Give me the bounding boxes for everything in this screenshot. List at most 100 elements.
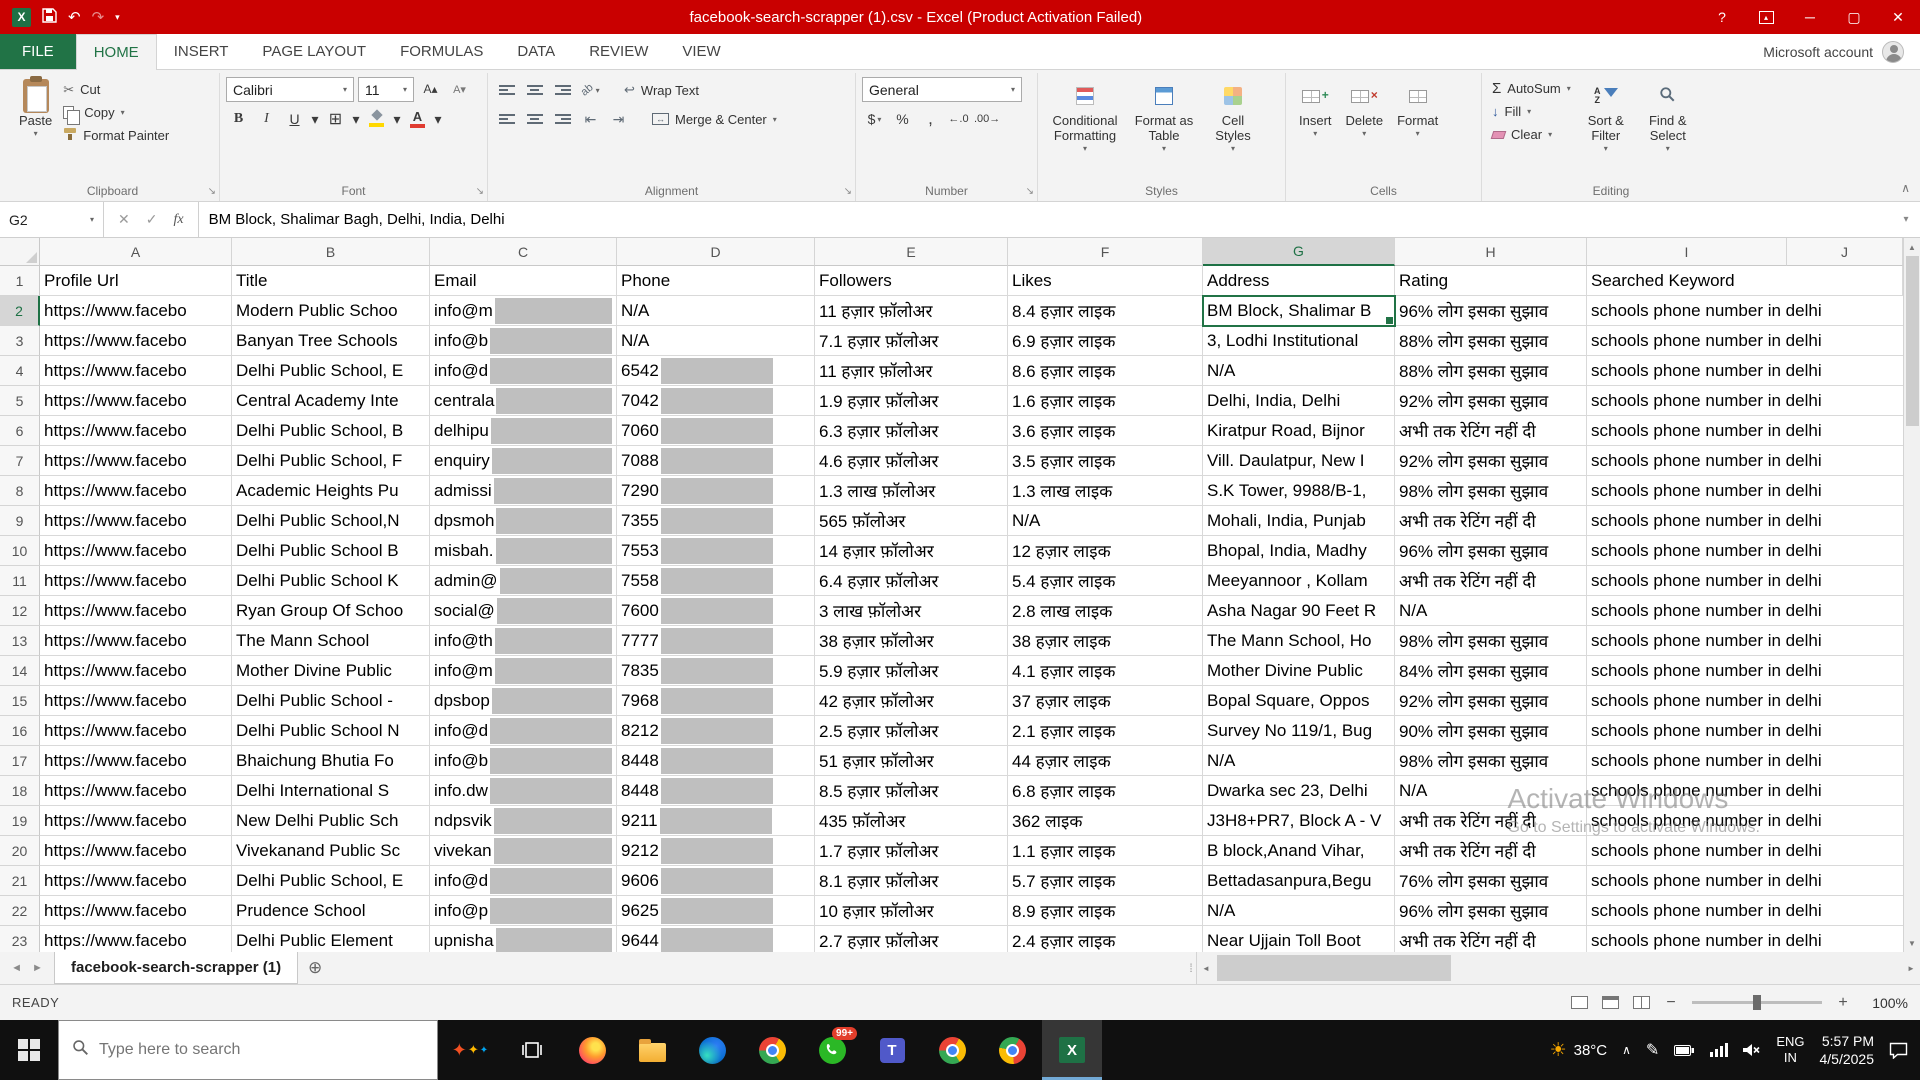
cell-B14[interactable]: Mother Divine Public — [232, 656, 430, 686]
row-header-16[interactable]: 16 — [0, 716, 40, 746]
row-header-7[interactable]: 7 — [0, 446, 40, 476]
row-header-18[interactable]: 18 — [0, 776, 40, 806]
cell-H9[interactable]: अभी तक रेटिंग नहीं दी — [1395, 506, 1587, 536]
cell-G10[interactable]: Bhopal, India, Madhy — [1203, 536, 1395, 566]
horizontal-scroll-thumb[interactable] — [1217, 955, 1451, 981]
cell-C16[interactable]: info@d — [430, 716, 617, 746]
cell-A6[interactable]: https://www.facebo — [40, 416, 232, 446]
cell-G12[interactable]: Asha Nagar 90 Feet R — [1203, 596, 1395, 626]
minimize-button[interactable]: ─ — [1788, 0, 1832, 34]
taskbar-search[interactable] — [58, 1020, 438, 1080]
format-cells-button[interactable]: Format▾ — [1390, 75, 1445, 138]
chrome-icon[interactable] — [742, 1020, 802, 1080]
cell-E12[interactable]: 3 लाख फ़ॉलोअर — [815, 596, 1008, 626]
whatsapp-icon[interactable]: 99+ — [802, 1020, 862, 1080]
cell-G14[interactable]: Mother Divine Public — [1203, 656, 1395, 686]
cell-A5[interactable]: https://www.facebo — [40, 386, 232, 416]
column-header-E[interactable]: E — [815, 238, 1008, 266]
cell-D18[interactable]: 8448 — [617, 776, 815, 806]
tab-scroll-splitter[interactable]: ⁞ — [1186, 952, 1196, 984]
cell-I9[interactable]: schools phone number in delhi — [1587, 506, 1826, 536]
edge-icon[interactable] — [682, 1020, 742, 1080]
cell-I6[interactable]: schools phone number in delhi — [1587, 416, 1826, 446]
shrink-font-button[interactable]: A▾ — [447, 77, 472, 101]
font-family-select[interactable]: Calibri▾ — [226, 77, 354, 102]
cell-C20[interactable]: vivekan — [430, 836, 617, 866]
row-header-12[interactable]: 12 — [0, 596, 40, 626]
cell-G6[interactable]: Kiratpur Road, Bijnor — [1203, 416, 1395, 446]
cell-I2[interactable]: schools phone number in delhi — [1587, 296, 1826, 326]
pen-icon[interactable]: ✎ — [1646, 1040, 1659, 1060]
chrome-icon-3[interactable] — [982, 1020, 1042, 1080]
row-header-20[interactable]: 20 — [0, 836, 40, 866]
tab-insert[interactable]: INSERT — [157, 34, 246, 69]
borders-button[interactable]: ⊞ — [323, 107, 348, 131]
cell-F18[interactable]: 6.8 हज़ार लाइक — [1008, 776, 1203, 806]
percent-style-button[interactable]: % — [890, 107, 915, 131]
cell-C22[interactable]: info@p — [430, 896, 617, 926]
scroll-up-icon[interactable]: ▲ — [1904, 238, 1920, 256]
insert-cells-button[interactable]: + Insert▾ — [1292, 75, 1339, 138]
cell-F4[interactable]: 8.6 हज़ार लाइक — [1008, 356, 1203, 386]
align-center-button[interactable] — [522, 107, 547, 131]
increase-indent-button[interactable]: ⇥ — [606, 107, 631, 131]
number-format-select[interactable]: General▾ — [862, 77, 1022, 102]
cell-B19[interactable]: New Delhi Public Sch — [232, 806, 430, 836]
cell-F5[interactable]: 1.6 हज़ार लाइक — [1008, 386, 1203, 416]
cell-C5[interactable]: centrala — [430, 386, 617, 416]
hidden-icons-chevron-icon[interactable]: ∧ — [1622, 1043, 1631, 1057]
zoom-slider-thumb[interactable] — [1753, 995, 1761, 1010]
sheet-nav-right-icon[interactable]: ► — [32, 962, 43, 974]
cell-A7[interactable]: https://www.facebo — [40, 446, 232, 476]
scroll-right-icon[interactable]: ► — [1902, 952, 1920, 984]
cell-G3[interactable]: 3, Lodhi Institutional — [1203, 326, 1395, 356]
format-as-table-button[interactable]: Format as Table▾ — [1126, 75, 1202, 153]
cell-C21[interactable]: info@d — [430, 866, 617, 896]
cell-A18[interactable]: https://www.facebo — [40, 776, 232, 806]
cell-G17[interactable]: N/A — [1203, 746, 1395, 776]
row-header-10[interactable]: 10 — [0, 536, 40, 566]
cell-A15[interactable]: https://www.facebo — [40, 686, 232, 716]
clock[interactable]: 5:57 PM 4/5/2025 — [1820, 1032, 1875, 1068]
cell-F13[interactable]: 38 हज़ार लाइक — [1008, 626, 1203, 656]
cell-B17[interactable]: Bhaichung Bhutia Fo — [232, 746, 430, 776]
cell-I16[interactable]: schools phone number in delhi — [1587, 716, 1826, 746]
bottom-align-button[interactable] — [550, 78, 575, 102]
cell-B15[interactable]: Delhi Public School - — [232, 686, 430, 716]
cell-I17[interactable]: schools phone number in delhi — [1587, 746, 1826, 776]
decrease-decimal-button[interactable]: .00→ — [974, 107, 1000, 131]
cell-G16[interactable]: Survey No 119/1, Bug — [1203, 716, 1395, 746]
cell-C23[interactable]: upnisha — [430, 926, 617, 952]
zoom-slider[interactable] — [1692, 1001, 1822, 1004]
cell-D5[interactable]: 7042 — [617, 386, 815, 416]
taskbar-excel-button[interactable]: X — [1042, 1020, 1102, 1080]
cell-C18[interactable]: info.dw — [430, 776, 617, 806]
row-header-11[interactable]: 11 — [0, 566, 40, 596]
tab-home[interactable]: HOME — [76, 34, 157, 70]
cell-H20[interactable]: अभी तक रेटिंग नहीं दी — [1395, 836, 1587, 866]
cell-H8[interactable]: 98% लोग इसका सुझाव — [1395, 476, 1587, 506]
search-input[interactable] — [99, 1041, 424, 1059]
cell-I1[interactable]: Searched Keyword — [1587, 266, 1787, 296]
cell-H15[interactable]: 92% लोग इसका सुझाव — [1395, 686, 1587, 716]
cell-H18[interactable]: N/A — [1395, 776, 1587, 806]
fill-color-button[interactable] — [364, 107, 389, 131]
row-header-2[interactable]: 2 — [0, 296, 40, 326]
redo-icon[interactable]: ↷ — [92, 10, 105, 25]
cell-E8[interactable]: 1.3 लाख फ़ॉलोअर — [815, 476, 1008, 506]
cell-B2[interactable]: Modern Public Schoo — [232, 296, 430, 326]
cell-J5[interactable] — [1826, 386, 1903, 416]
cell-J15[interactable] — [1826, 686, 1903, 716]
comma-style-button[interactable]: , — [918, 107, 943, 131]
cell-C1[interactable]: Email — [430, 266, 617, 296]
cell-D16[interactable]: 8212 — [617, 716, 815, 746]
cell-J14[interactable] — [1826, 656, 1903, 686]
row-header-17[interactable]: 17 — [0, 746, 40, 776]
close-button[interactable]: ✕ — [1876, 0, 1920, 34]
cell-B23[interactable]: Delhi Public Element — [232, 926, 430, 952]
cell-C14[interactable]: info@m — [430, 656, 617, 686]
row-header-4[interactable]: 4 — [0, 356, 40, 386]
chrome-icon-2[interactable] — [922, 1020, 982, 1080]
cell-B13[interactable]: The Mann School — [232, 626, 430, 656]
cell-G15[interactable]: Bopal Square, Oppos — [1203, 686, 1395, 716]
